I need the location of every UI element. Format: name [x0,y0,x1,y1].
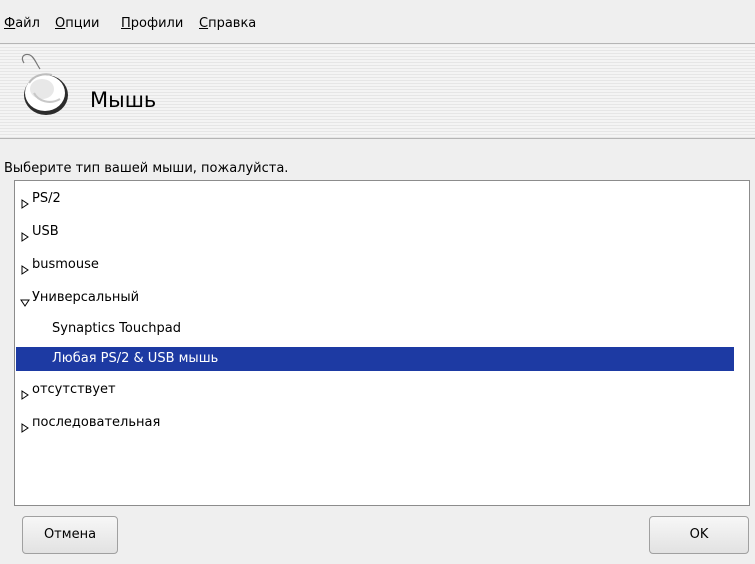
expand-arrow-icon[interactable] [20,418,30,433]
tree-item-universal[interactable]: Универсальный [16,286,735,310]
tree-item-label: отсутствует [32,382,116,397]
menu-help-label: правка [208,16,257,31]
tree-item-label: Любая PS/2 & USB мышь [52,351,219,366]
tree-item-busmouse[interactable]: busmouse [16,253,735,277]
ok-button[interactable]: OK [649,516,749,554]
menu-file-label: айл [15,16,40,31]
expand-arrow-icon[interactable] [20,227,30,242]
header-banner: Мышь [0,45,755,139]
tree-item-label: последовательная [32,415,161,430]
instruction-text: Выберите тип вашей мыши, пожалуйста. [4,161,289,176]
mouse-type-tree[interactable]: PS/2 USB busmouse Универсальный Synaptic… [14,180,750,506]
collapse-arrow-icon[interactable] [20,293,30,307]
menu-options[interactable]: Опции [55,16,99,32]
cancel-button[interactable]: Отмена [22,516,118,554]
tree-item-label: busmouse [32,257,99,272]
menu-file[interactable]: Файл [4,16,40,32]
tree-item-serial[interactable]: последовательная [16,411,735,435]
tree-item-none[interactable]: отсутствует [16,378,735,402]
tree-item-ps2[interactable]: PS/2 [16,187,735,211]
menu-profiles-label: рофили [130,16,184,31]
menu-file-mnemonic: Ф [4,16,16,31]
tree-item-label: PS/2 [32,191,61,206]
tree-item-any-ps2-usb-mouse[interactable]: Любая PS/2 & USB мышь [16,347,735,371]
expand-arrow-icon[interactable] [20,385,30,400]
menu-bar: Файл Опции Профили Справка [0,0,755,44]
vertical-scrollbar[interactable] [734,182,748,504]
tree-item-label: Универсальный [32,290,140,305]
tree-item-label: Synaptics Touchpad [52,321,181,336]
expand-arrow-icon[interactable] [20,194,30,209]
mouse-icon [18,51,78,125]
menu-options-label: пции [65,16,100,31]
tree-item-label: USB [32,224,59,239]
menu-help-mnemonic: С [199,16,209,31]
menu-options-mnemonic: О [55,16,66,31]
page-title: Мышь [90,88,157,112]
menu-profiles[interactable]: Профили [121,16,183,32]
tree-item-usb[interactable]: USB [16,220,735,244]
menu-help[interactable]: Справка [199,16,256,32]
tree-item-synaptics-touchpad[interactable]: Synaptics Touchpad [16,317,735,341]
menu-profiles-mnemonic: П [121,16,131,31]
expand-arrow-icon[interactable] [20,260,30,275]
